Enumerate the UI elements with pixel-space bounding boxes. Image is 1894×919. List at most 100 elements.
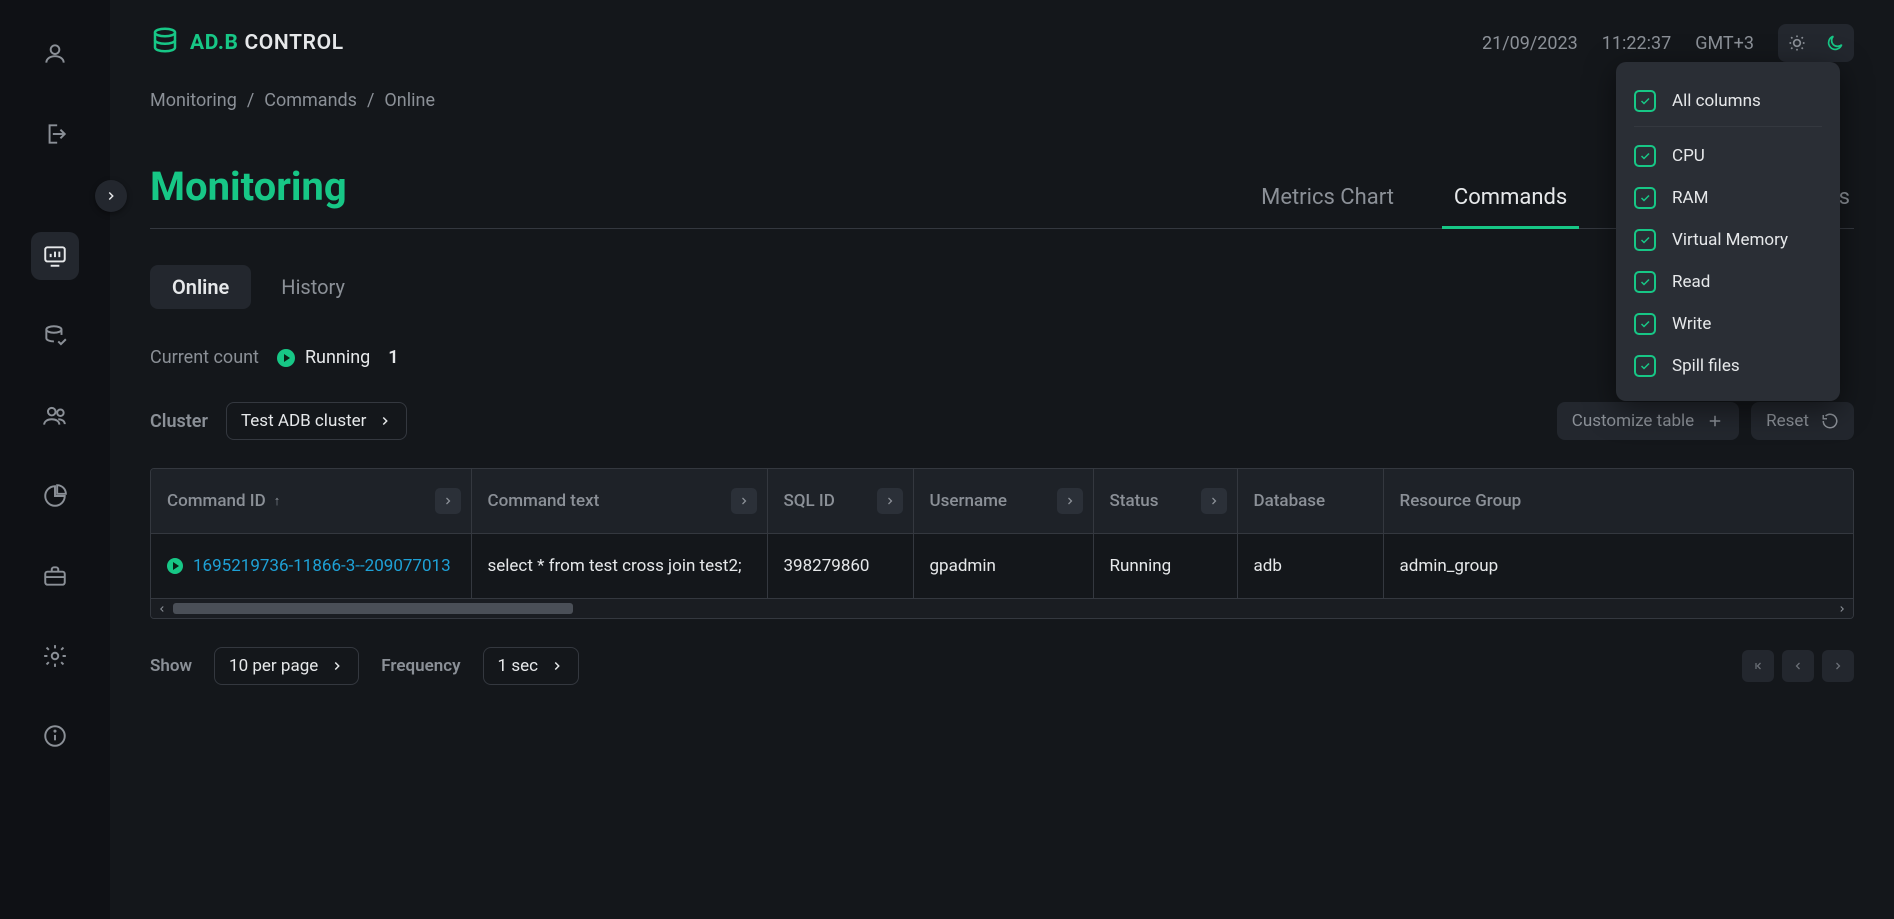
column-option[interactable]: Spill files xyxy=(1634,345,1822,387)
breadcrumb: Monitoring / Commands / Online xyxy=(150,90,1854,111)
table-row: 1695219736-11866-3--209077013 select * f… xyxy=(151,534,1853,599)
column-option[interactable]: Virtual Memory xyxy=(1634,219,1822,261)
col-sql-id[interactable]: SQL ID xyxy=(767,469,913,534)
cluster-label: Cluster xyxy=(150,411,208,432)
plus-icon xyxy=(1706,412,1724,430)
brand-accent: AD.B xyxy=(190,31,239,55)
sidebar-expand-handle[interactable] xyxy=(95,180,127,212)
brand-rest: CONTROL xyxy=(239,31,344,55)
tab-metrics-chart[interactable]: Metrics Chart xyxy=(1257,185,1398,228)
header-date: 21/09/2023 xyxy=(1482,33,1578,54)
sub-tabs: Online History xyxy=(150,265,1854,309)
status-line: Current count Running 1 xyxy=(150,347,1854,368)
divider xyxy=(1634,126,1822,127)
checkbox-checked-icon xyxy=(1634,271,1656,293)
commands-table: Command ID ↑ Command text SQL ID Usernam… xyxy=(150,468,1854,619)
gear-icon[interactable] xyxy=(31,632,79,680)
logout-icon[interactable] xyxy=(31,110,79,158)
page-next-button[interactable] xyxy=(1822,650,1854,682)
column-filter-button[interactable] xyxy=(435,488,461,514)
cell-username: gpadmin xyxy=(913,534,1093,599)
toolbar: Cluster Test ADB cluster Customize table… xyxy=(150,402,1854,440)
page-size-selector[interactable]: 10 per page xyxy=(214,647,359,685)
column-option[interactable]: RAM xyxy=(1634,177,1822,219)
scrollbar-thumb[interactable] xyxy=(173,603,573,614)
column-option[interactable]: CPU xyxy=(1634,135,1822,177)
play-icon xyxy=(167,558,183,574)
col-status[interactable]: Status xyxy=(1093,469,1237,534)
app-logo: AD.B CONTROL xyxy=(150,25,344,61)
database-icon xyxy=(150,25,180,61)
show-label: Show xyxy=(150,656,192,676)
running-badge: Running xyxy=(277,347,370,368)
cell-resource-group: admin_group xyxy=(1383,534,1853,599)
column-option-all[interactable]: All columns xyxy=(1634,80,1822,122)
col-resource-group[interactable]: Resource Group xyxy=(1383,469,1853,534)
horizontal-scrollbar[interactable] xyxy=(151,598,1853,618)
col-database[interactable]: Database xyxy=(1237,469,1383,534)
page-title: Monitoring xyxy=(150,163,347,228)
reset-button[interactable]: Reset xyxy=(1751,402,1854,440)
customize-table-button[interactable]: Customize table xyxy=(1557,402,1739,440)
checkbox-checked-icon xyxy=(1634,90,1656,112)
users-icon[interactable] xyxy=(31,392,79,440)
running-label: Running xyxy=(305,347,370,368)
checkbox-checked-icon xyxy=(1634,313,1656,335)
page-first-button[interactable] xyxy=(1742,650,1774,682)
chevron-right-icon xyxy=(330,659,344,673)
sub-tab-history[interactable]: History xyxy=(259,265,367,309)
chevron-right-icon xyxy=(550,659,564,673)
database-check-icon[interactable] xyxy=(31,312,79,360)
checkbox-checked-icon xyxy=(1634,355,1656,377)
scroll-left-icon[interactable] xyxy=(151,599,173,618)
cell-status: Running xyxy=(1093,534,1237,599)
checkbox-checked-icon xyxy=(1634,145,1656,167)
table-header-row: Command ID ↑ Command text SQL ID Usernam… xyxy=(151,469,1853,534)
pie-chart-icon[interactable] xyxy=(31,472,79,520)
header-time: 11:22:37 xyxy=(1602,33,1671,54)
sidebar xyxy=(0,0,110,919)
frequency-selector[interactable]: 1 sec xyxy=(483,647,579,685)
page-prev-button[interactable] xyxy=(1782,650,1814,682)
frequency-label: Frequency xyxy=(381,656,460,676)
col-username[interactable]: Username xyxy=(913,469,1093,534)
col-command-id[interactable]: Command ID ↑ xyxy=(151,469,471,534)
cell-command-text: select * from test cross join test2; xyxy=(471,534,767,599)
header: AD.B CONTROL 21/09/2023 11:22:37 GMT+3 xyxy=(150,0,1854,86)
checkbox-checked-icon xyxy=(1634,187,1656,209)
breadcrumb-item[interactable]: Online xyxy=(384,90,435,111)
sub-tab-online[interactable]: Online xyxy=(150,265,251,309)
play-icon xyxy=(277,349,295,367)
cell-database: adb xyxy=(1237,534,1383,599)
column-filter-button[interactable] xyxy=(1057,488,1083,514)
dark-theme-button[interactable] xyxy=(1816,24,1854,62)
tab-commands[interactable]: Commands xyxy=(1450,185,1571,228)
checkbox-checked-icon xyxy=(1634,229,1656,251)
scroll-right-icon[interactable] xyxy=(1831,599,1853,618)
col-command-text[interactable]: Command text xyxy=(471,469,767,534)
column-option[interactable]: Write xyxy=(1634,303,1822,345)
chevron-right-icon xyxy=(378,414,392,428)
monitoring-icon[interactable] xyxy=(31,232,79,280)
theme-toggle xyxy=(1778,24,1854,62)
refresh-icon xyxy=(1821,412,1839,430)
breadcrumb-item[interactable]: Commands xyxy=(264,90,357,111)
light-theme-button[interactable] xyxy=(1778,24,1816,62)
cell-sql-id: 398279860 xyxy=(767,534,913,599)
column-filter-button[interactable] xyxy=(877,488,903,514)
column-option[interactable]: Read xyxy=(1634,261,1822,303)
current-count-label: Current count xyxy=(150,347,259,368)
cluster-selector[interactable]: Test ADB cluster xyxy=(226,402,407,440)
user-icon[interactable] xyxy=(31,30,79,78)
breadcrumb-item[interactable]: Monitoring xyxy=(150,90,237,111)
customize-columns-popover: All columns CPU RAM Virtual Memory Read … xyxy=(1616,62,1840,401)
column-filter-button[interactable] xyxy=(731,488,757,514)
command-id-link[interactable]: 1695219736-11866-3--209077013 xyxy=(193,556,451,576)
info-icon[interactable] xyxy=(31,712,79,760)
running-count: 1 xyxy=(388,347,398,368)
sort-asc-icon: ↑ xyxy=(274,493,281,509)
briefcase-icon[interactable] xyxy=(31,552,79,600)
cluster-value: Test ADB cluster xyxy=(241,411,366,431)
header-timezone: GMT+3 xyxy=(1695,33,1754,54)
column-filter-button[interactable] xyxy=(1201,488,1227,514)
